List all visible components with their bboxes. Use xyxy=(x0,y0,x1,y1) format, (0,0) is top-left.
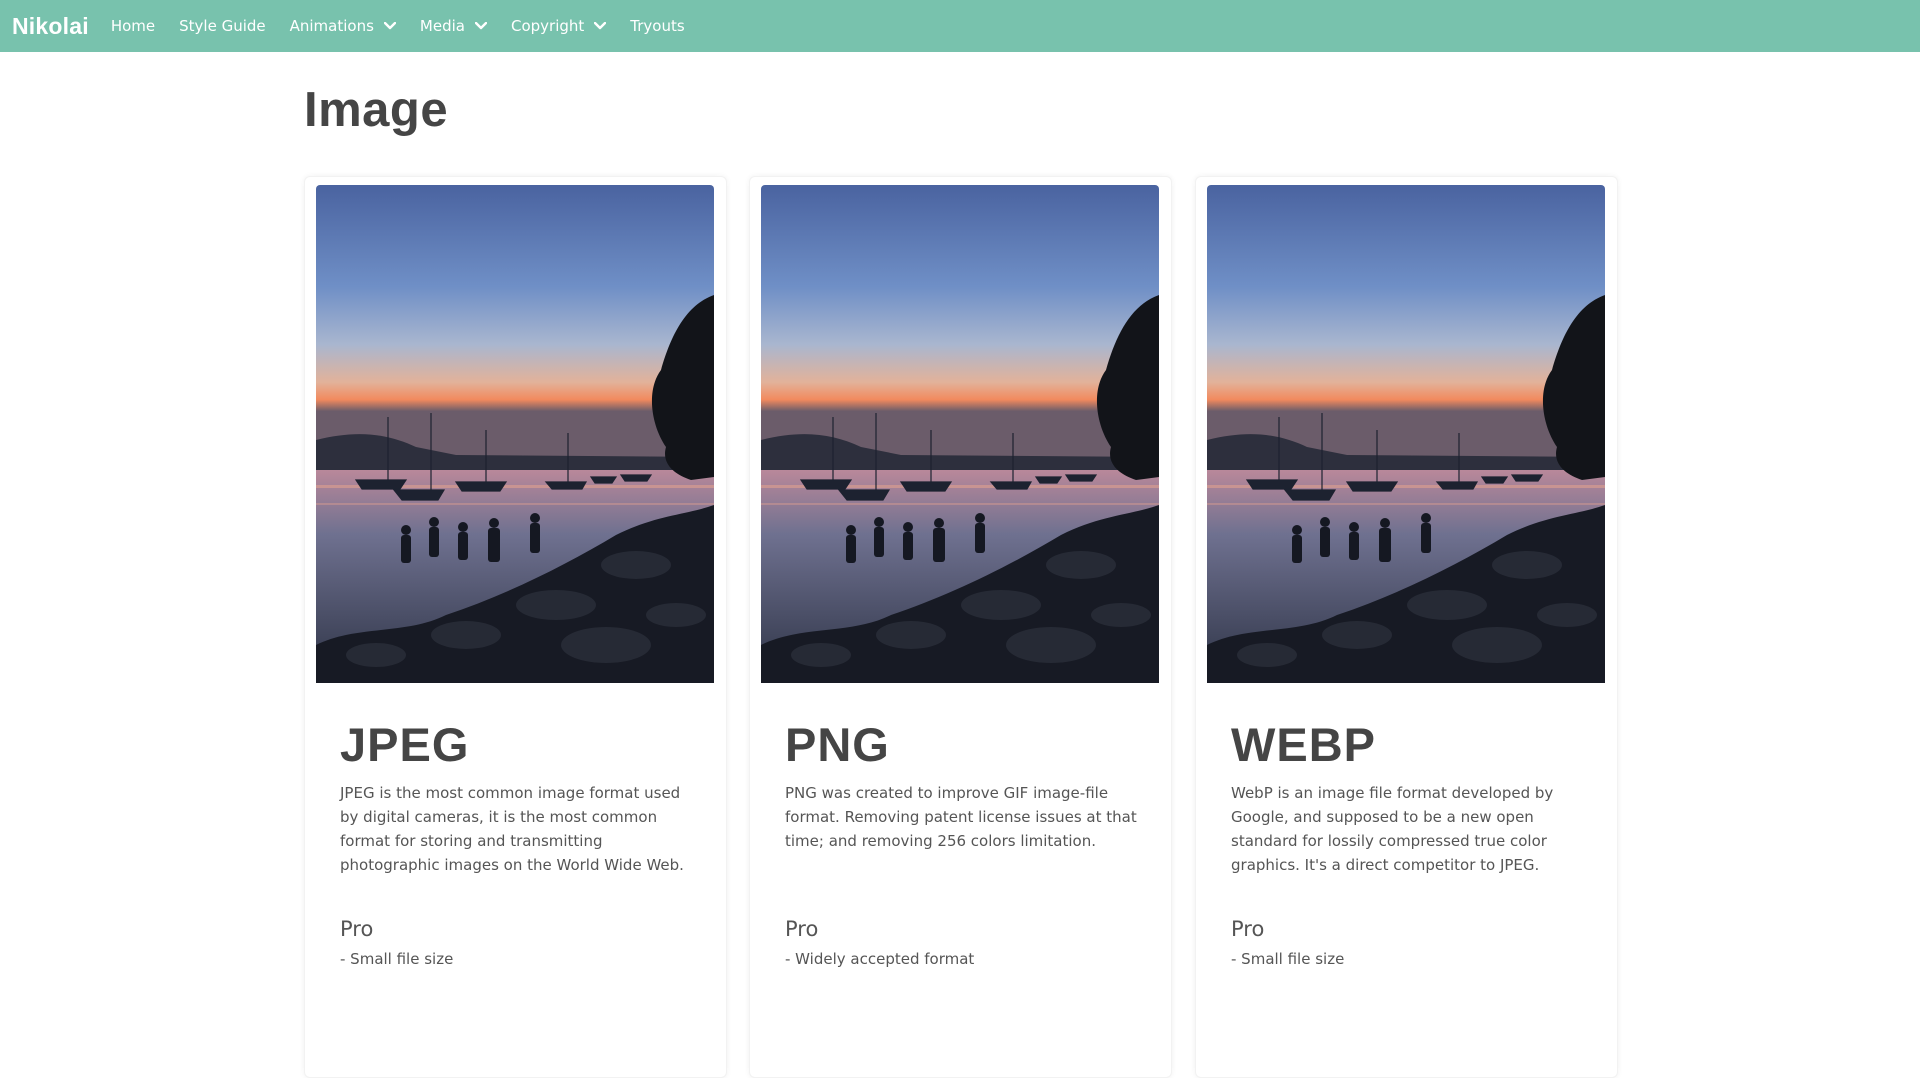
card-description: WebP is an image file format developed b… xyxy=(1231,784,1554,874)
nav-item-animations[interactable]: Animations xyxy=(278,0,408,52)
nav-label-tryouts: Tryouts xyxy=(630,17,685,35)
card-pro-item: - Widely accepted format xyxy=(785,950,975,968)
nav-item-copyright[interactable]: Copyright xyxy=(499,0,618,52)
chevron-down-icon xyxy=(475,22,487,30)
nav-item-style-guide[interactable]: Style Guide xyxy=(167,0,278,52)
nav-label-home: Home xyxy=(110,17,156,35)
card-pro-heading: Pro xyxy=(785,917,819,941)
card-description: JPEG is the most common image format use… xyxy=(340,784,684,874)
card-title: JPEG xyxy=(340,718,470,771)
sunset-photo-image xyxy=(761,185,1159,683)
sunset-photo-image xyxy=(316,185,714,683)
sunset-photo-image xyxy=(1207,185,1605,683)
nav-label-media: Media xyxy=(419,17,465,35)
card-jpeg: JPEG JPEG is the most common image forma… xyxy=(304,176,727,1078)
top-navbar: Nikolai Home Style Guide Animations Medi… xyxy=(0,0,1920,52)
card-pro-heading: Pro xyxy=(1231,917,1265,941)
card-title: PNG xyxy=(785,718,890,771)
chevron-down-icon xyxy=(384,22,396,30)
chevron-down-icon xyxy=(594,22,606,30)
card-pro-item: - Small file size xyxy=(340,950,454,968)
nav-item-home[interactable]: Home xyxy=(99,0,167,52)
nav-item-media[interactable]: Media xyxy=(408,0,499,52)
card-webp: WEBP WebP is an image file format develo… xyxy=(1195,176,1618,1078)
card-pro-item: - Small file size xyxy=(1231,950,1345,968)
card-description: PNG was created to improve GIF image-fil… xyxy=(785,784,1137,850)
nav-item-tryouts[interactable]: Tryouts xyxy=(618,0,696,52)
nav-label-copyright: Copyright xyxy=(510,17,585,35)
nav-label-animations: Animations xyxy=(289,17,374,35)
page-title: Image xyxy=(304,83,449,137)
card-png: PNG PNG was created to improve GIF image… xyxy=(749,176,1172,1078)
brand-logo[interactable]: Nikolai xyxy=(12,13,89,40)
card-title: WEBP xyxy=(1231,718,1376,771)
card-pro-heading: Pro xyxy=(340,917,374,941)
nav-label-style-guide: Style Guide xyxy=(179,17,266,35)
